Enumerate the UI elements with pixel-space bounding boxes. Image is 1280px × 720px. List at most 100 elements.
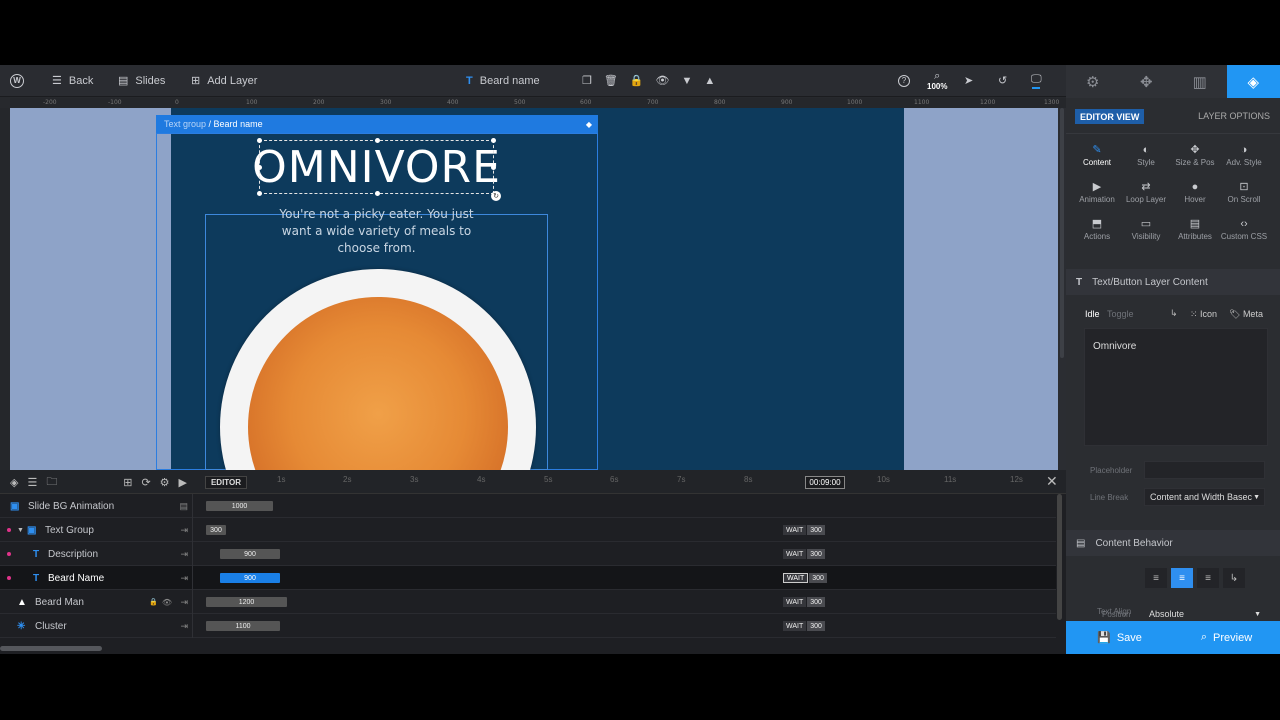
align-end-icon[interactable]: ⇥ [180,549,188,560]
align-end-icon[interactable]: ⇥ [180,597,188,608]
save-button[interactable]: 💾 Save [1066,621,1173,654]
tab-slides[interactable]: ▥ [1173,65,1227,98]
duplicate-icon[interactable]: ❐ [582,75,592,87]
option-size-pos[interactable]: ✥ Size & Pos [1170,143,1220,179]
lock-icon[interactable]: 🔒 [149,598,158,606]
timing-bar[interactable]: 900 [220,573,280,583]
loop-icon[interactable]: ⚙ [160,476,170,489]
visibility-icon[interactable]: 👁 [162,598,172,607]
timing-bar[interactable]: 1200 [206,597,287,607]
chevron-up-icon[interactable]: ▲ [704,75,715,87]
icon-picker-button[interactable]: ⁙ Icon [1190,309,1217,320]
slide-canvas[interactable]: Text group / Beard name ◆ You're not a p… [10,108,1066,470]
timing-bar[interactable]: 300 [206,525,226,535]
scrollbar-thumb[interactable] [1060,108,1064,358]
refresh-icon[interactable]: ⟳ [141,476,150,489]
align-end-icon[interactable]: ▤ [179,501,188,512]
meta-button[interactable]: 🏷 Meta [1229,309,1263,320]
row-label[interactable]: ▲ Beard Man 🔒 👁 ⇥ [0,590,193,614]
slides-button[interactable]: ▤ Slides [118,65,165,97]
layers-icon[interactable]: ◈ [10,476,18,489]
caret-down-icon[interactable]: ▼ [17,527,24,534]
align-left-button[interactable]: ≡ [1145,568,1167,588]
state-toggle[interactable]: Toggle [1107,309,1134,319]
timeline-horizontal-scrollbar[interactable] [0,646,102,651]
timing-bar[interactable]: 900 [220,549,280,559]
add-layer-button[interactable]: ⊞ Add Layer [191,65,257,97]
undo-button[interactable]: ↺ [998,65,1007,97]
preview-button[interactable]: ⌕ Preview [1173,621,1280,654]
align-end-icon[interactable]: ⇥ [180,525,188,536]
option-adv-style[interactable]: ◑ Adv. Style [1219,143,1269,179]
option-style[interactable]: ◐ Style [1121,143,1171,179]
resize-handle[interactable] [491,165,496,170]
wait-block[interactable]: WAIT 300 [783,621,825,631]
row-label[interactable]: ✳ Cluster ⇥ [0,614,193,638]
line-break-select[interactable]: Content and Width Basec ▼ [1144,488,1265,506]
timing-bar[interactable]: 1000 [206,501,273,511]
visibility-icon[interactable]: 👁 [656,75,670,87]
align-wrap-button[interactable]: ↳ [1223,568,1245,588]
resize-handle[interactable] [257,191,262,196]
timeline-row[interactable]: ▣ Slide BG Animation ▤ 1000 [0,494,1056,518]
option-content[interactable]: ✎ Content [1072,143,1122,179]
option-animation[interactable]: ▶ Animation [1072,180,1122,216]
resize-handle[interactable] [375,191,380,196]
wordpress-logo-button[interactable]: W [10,65,24,97]
resize-handle[interactable] [375,138,380,143]
option-actions[interactable]: ⬒ Actions [1072,217,1122,253]
wait-block[interactable]: WAIT 300 [783,573,827,583]
option-hover[interactable]: ● Hover [1170,180,1220,216]
align-end-icon[interactable]: ⇥ [180,573,188,584]
placeholder-input[interactable] [1144,461,1265,479]
layer-options-tab[interactable]: LAYER OPTIONS [1198,111,1270,121]
row-label[interactable]: T Beard Name ⇥ [0,566,193,590]
timing-bar[interactable]: 1100 [206,621,280,631]
description-text[interactable]: You're not a picky eater. You just want … [275,206,478,257]
editor-button[interactable]: EDITOR [205,476,247,489]
resize-handle[interactable] [491,138,496,143]
folder-icon[interactable]: 🗀 [46,473,57,492]
align-right-button[interactable]: ≡ [1197,568,1219,588]
option-on-scroll[interactable]: ⊡ On Scroll [1219,180,1269,216]
align-end-icon[interactable]: ⇥ [180,621,188,632]
timeline-row[interactable]: ▼ ▣ Text Group ⇥ 300 WAIT 300 [0,518,1056,542]
option-loop-layer[interactable]: ⇄ Loop Layer [1121,180,1171,216]
row-label[interactable]: T Description ⇥ [0,542,193,566]
chevron-down-icon[interactable]: ▼ [682,75,693,87]
timeline-row[interactable]: T Description ⇥ 900 WAIT 300 [0,542,1056,566]
wait-block[interactable]: WAIT 300 [783,597,825,607]
option-visibility[interactable]: ▭ Visibility [1121,217,1171,253]
wait-block[interactable]: WAIT 300 [783,549,825,559]
delete-icon[interactable]: 🗑 [604,75,618,87]
tab-settings[interactable]: ⚙ [1066,65,1120,98]
timeline-row[interactable]: ▲ Beard Man 🔒 👁 ⇥ 1200 WAIT 300 [0,590,1056,614]
resize-handle[interactable] [257,138,262,143]
section-behavior-header[interactable]: ▤ Content Behavior [1066,530,1280,556]
section-content-header[interactable]: T Text/Button Layer Content [1066,269,1280,295]
tab-navigation[interactable]: ✥ [1120,65,1174,98]
align-center-button[interactable]: ≡ [1171,568,1193,588]
current-layer-name[interactable]: T Beard name [466,65,540,97]
tab-layers[interactable]: ◈ [1226,65,1280,98]
close-icon[interactable]: ✕ [1046,473,1058,490]
selection-frame[interactable]: ↻ [257,138,501,201]
device-desktop-button[interactable]: 🖵 [1031,65,1042,97]
grid-icon[interactable]: ⊞ [123,476,132,489]
list-icon[interactable]: ☰ [27,476,37,489]
row-label[interactable]: ▣ Slide BG Animation ▤ [0,494,193,518]
content-textarea[interactable]: Omnivore [1084,328,1268,446]
editor-view-tab[interactable]: EDITOR VIEW [1075,109,1145,124]
layer-path-header[interactable]: Text group / Beard name ◆ [156,115,598,133]
rotate-handle-icon[interactable]: ↻ [491,191,501,201]
option-custom-css[interactable]: ‹› Custom CSS [1219,217,1269,253]
option-attributes[interactable]: ▤ Attributes [1170,217,1220,253]
line-break-icon[interactable]: ↳ [1170,308,1178,319]
help-button[interactable]: ? [898,65,910,97]
canvas-scrollbar[interactable] [1058,108,1066,470]
select-tool-button[interactable]: ➤ [964,65,973,97]
timeline-row[interactable]: ✳ Cluster ⇥ 1100 WAIT 300 [0,614,1056,638]
state-idle[interactable]: Idle [1085,309,1100,319]
current-time[interactable]: 00:09:00 [805,476,845,489]
layers-stack-icon[interactable]: ◆ [586,120,592,129]
